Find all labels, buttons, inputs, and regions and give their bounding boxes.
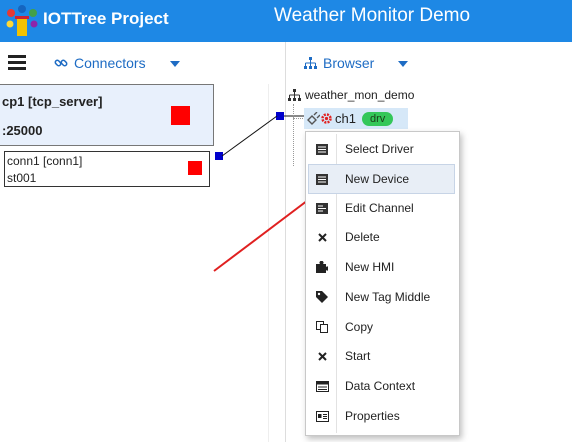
connectors-dropdown-caret-icon[interactable] [170, 61, 180, 67]
menu-item-new-hmi[interactable]: New HMI [309, 253, 454, 281]
connector-name: cp1 [tcp_server] [2, 94, 103, 109]
hamburger-icon[interactable] [8, 55, 26, 71]
page-title: Weather Monitor Demo [274, 5, 471, 26]
tree-root-label: weather_mon_demo [305, 88, 415, 102]
puzzle-icon [315, 260, 329, 274]
list-icon [315, 142, 329, 156]
left-panel-edge [268, 84, 269, 442]
menu-item-delete[interactable]: Delete [309, 223, 454, 251]
connectors-toolbar: Connectors [0, 42, 285, 84]
sitemap-icon [304, 56, 317, 69]
close-icon [315, 230, 329, 244]
connection-conn1-node[interactable]: conn1 [conn1] st001 [4, 151, 210, 187]
driver-badge: drv [361, 111, 394, 126]
tree-channel-ch1[interactable]: ch1 drv [304, 108, 408, 129]
connection-status-indicator [188, 161, 202, 175]
copy-icon [315, 320, 329, 334]
menu-item-label: Delete [345, 230, 380, 244]
tree-guide-branch [293, 118, 303, 119]
menu-item-label: New HMI [345, 260, 395, 274]
menu-item-data-context[interactable]: Data Context [309, 372, 454, 400]
menu-item-new-tag-middle[interactable]: New Tag Middle [309, 283, 454, 311]
connection-sub: st001 [7, 171, 37, 185]
connection-name: conn1 [conn1] [7, 154, 83, 168]
tab-browser-label: Browser [323, 55, 375, 71]
list-edit-icon [315, 201, 329, 215]
connector-cp1-node[interactable]: cp1 [tcp_server] :25000 [0, 84, 214, 146]
gear-icon [321, 113, 332, 124]
menu-item-properties[interactable]: Properties [309, 402, 454, 430]
menu-item-start[interactable]: Start [309, 342, 454, 370]
app-title: IOTTree Project [43, 9, 169, 28]
tree-guide-line [293, 104, 294, 166]
iottree-logo-icon [6, 5, 38, 36]
close-icon [315, 349, 329, 363]
panel-divider [285, 42, 286, 442]
menu-item-new-device[interactable]: New Device [308, 164, 455, 194]
menu-item-label: Data Context [345, 379, 416, 393]
channel-in-port[interactable] [276, 112, 284, 120]
menu-item-select-driver[interactable]: Select Driver [309, 135, 454, 163]
panel-icon [315, 379, 329, 393]
menu-item-label: Copy [345, 320, 374, 334]
list-icon [315, 172, 329, 186]
menu-item-label: New Tag Middle [345, 290, 431, 304]
connector-status-indicator [171, 106, 190, 125]
channel-context-menu: Select Driver New Device Edit Channel De… [305, 131, 460, 436]
app-header: IOTTree Project Weather Monitor Demo [0, 0, 572, 42]
menu-item-label: Properties [345, 409, 400, 423]
channel-label: ch1 [335, 111, 356, 126]
browser-toolbar: Browser [286, 42, 572, 84]
connector-port: :25000 [2, 123, 43, 138]
tag-icon [315, 290, 329, 304]
browser-dropdown-caret-icon[interactable] [398, 61, 408, 67]
menu-item-label: New Device [345, 172, 410, 186]
tab-browser[interactable]: Browser [304, 55, 374, 71]
menu-item-label: Edit Channel [345, 201, 414, 215]
tab-connectors-label: Connectors [74, 55, 146, 71]
menu-item-label: Select Driver [345, 142, 414, 156]
link-icon [54, 59, 68, 67]
menu-item-label: Start [345, 349, 371, 363]
menu-item-copy[interactable]: Copy [309, 313, 454, 341]
sitemap-icon [288, 88, 301, 101]
tree-root-node[interactable]: weather_mon_demo [288, 86, 414, 104]
connection-out-port[interactable] [215, 152, 223, 160]
channel-plug-icon [307, 111, 320, 125]
menu-item-edit-channel[interactable]: Edit Channel [309, 194, 454, 222]
tab-connectors[interactable]: Connectors [54, 55, 146, 71]
id-card-icon [315, 409, 329, 423]
